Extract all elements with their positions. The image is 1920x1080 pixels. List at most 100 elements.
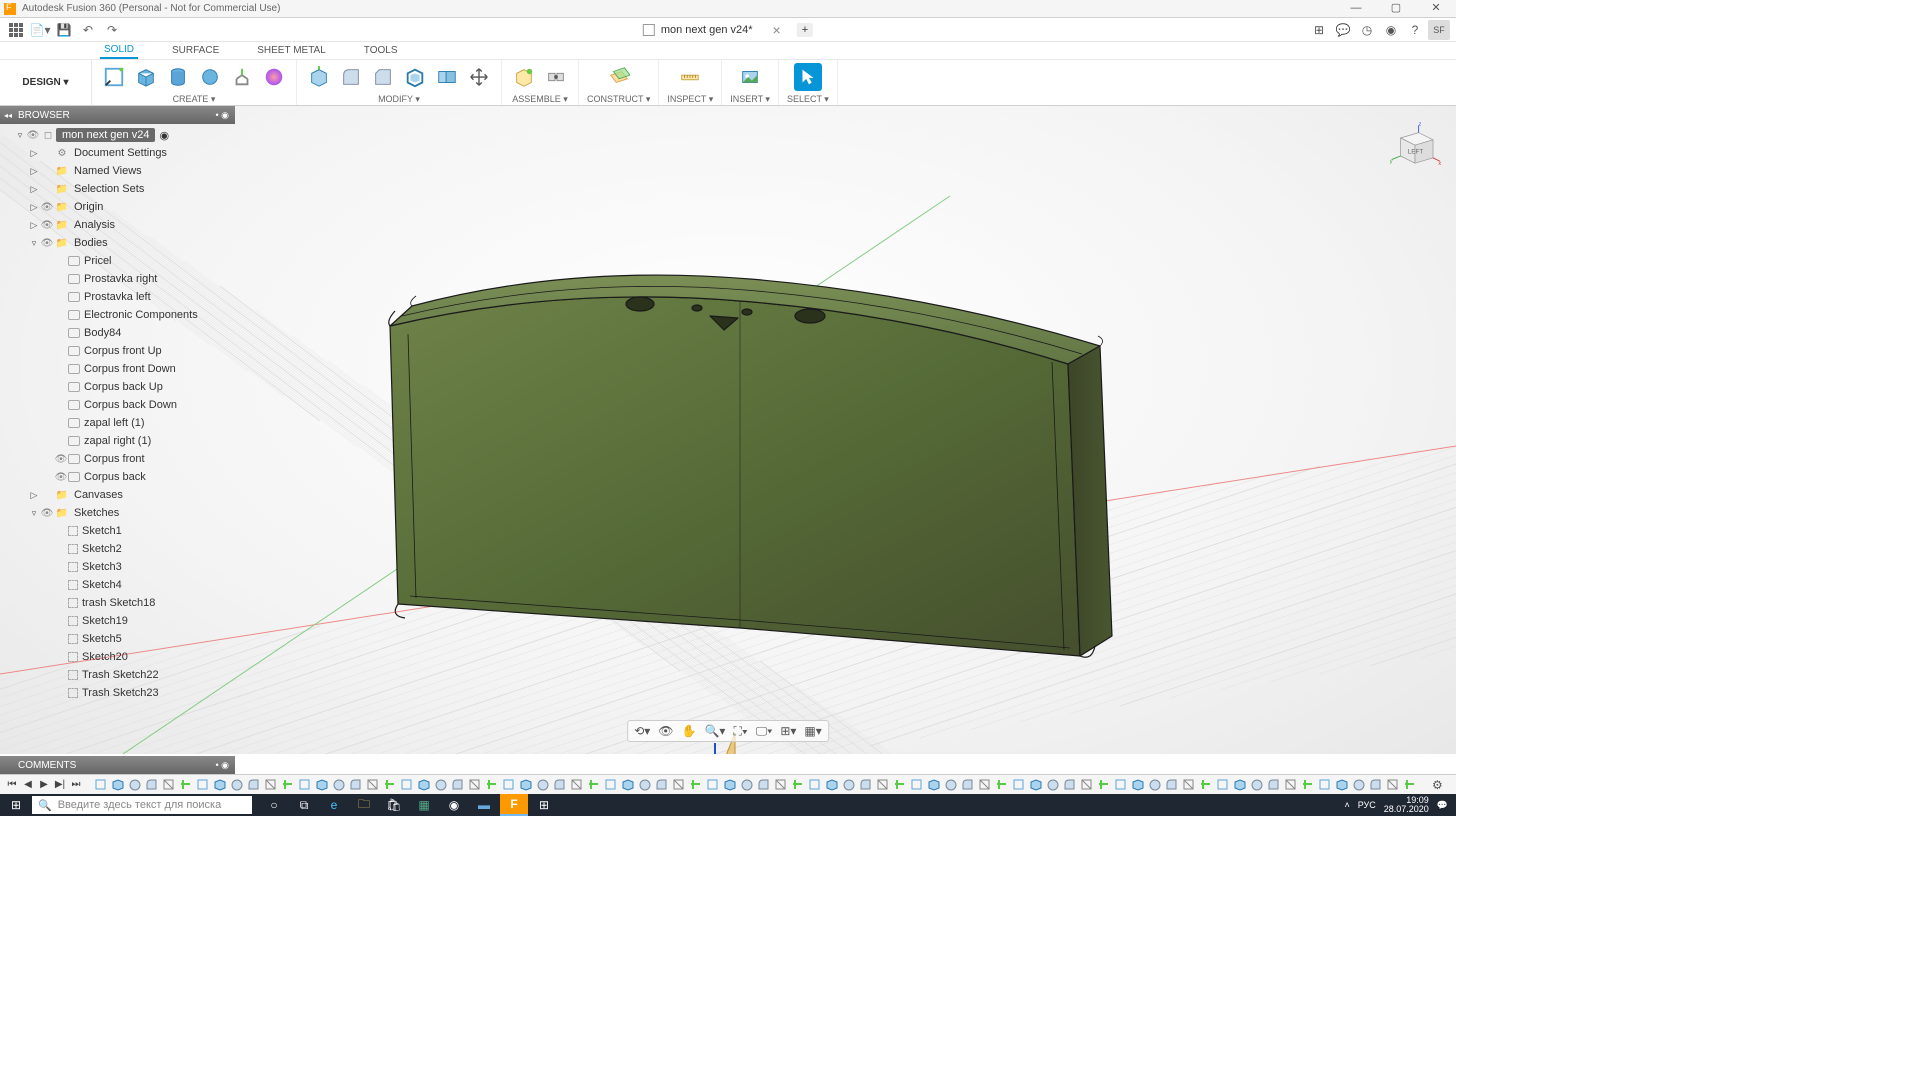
component-icon[interactable] (510, 63, 538, 91)
timeline-feature[interactable] (517, 778, 533, 792)
group-modify-label[interactable]: MODIFY ▾ (378, 94, 420, 105)
chrome-icon[interactable]: ◉ (440, 794, 468, 816)
timeline-feature[interactable] (1231, 778, 1247, 792)
group-insert-label[interactable]: INSERT ▾ (730, 94, 770, 105)
timeline-feature[interactable] (755, 778, 771, 792)
revolve-icon[interactable] (260, 63, 288, 91)
timeline-feature[interactable] (806, 778, 822, 792)
browser-item[interactable]: ▷📁Canvases (0, 486, 235, 504)
browser-item[interactable]: 👁Corpus front (0, 450, 235, 468)
fit-icon[interactable]: ⛶▾ (733, 724, 747, 739)
timeline-start-icon[interactable]: ⏮ (4, 779, 20, 790)
grid-settings-icon[interactable]: ⊞▾ (780, 724, 796, 738)
search-input[interactable]: 🔍 Введите здесь текст для поиска (32, 796, 252, 814)
tab-close-icon[interactable]: × (773, 22, 781, 38)
browser-item[interactable]: trash Sketch18 (0, 594, 235, 612)
group-construct-label[interactable]: CONSTRUCT ▾ (587, 94, 650, 105)
timeline-feature[interactable] (1401, 778, 1417, 792)
browser-item[interactable]: zapal right (1) (0, 432, 235, 450)
redo-icon[interactable]: ↷ (100, 20, 124, 40)
browser-root[interactable]: ▿👁 ◻ mon next gen v24 ◉ (0, 126, 235, 144)
timeline-feature[interactable] (279, 778, 295, 792)
store-icon[interactable]: 🛍 (380, 794, 408, 816)
timeline-feature[interactable] (1095, 778, 1111, 792)
timeline-feature[interactable] (432, 778, 448, 792)
timeline-feature[interactable] (857, 778, 873, 792)
browser-item[interactable]: ▷⚙Document Settings (0, 144, 235, 162)
tab-sheetmetal[interactable]: SHEET METAL (253, 43, 330, 58)
timeline-feature[interactable] (721, 778, 737, 792)
viewcube[interactable]: LEFT z y x (1388, 120, 1442, 174)
workspace-switcher[interactable]: DESIGN ▾ (0, 60, 92, 105)
help-icon[interactable]: ? (1404, 20, 1426, 40)
viewport-settings-icon[interactable]: ▦▾ (804, 724, 821, 738)
timeline-feature[interactable] (415, 778, 431, 792)
timeline-feature[interactable] (687, 778, 703, 792)
timeline-feature[interactable] (381, 778, 397, 792)
maximize-button[interactable]: ▢ (1376, 0, 1416, 18)
browser-header[interactable]: BROWSER (0, 106, 235, 124)
browser-item[interactable]: Pricel (0, 252, 235, 270)
timeline-feature[interactable] (551, 778, 567, 792)
timeline-feature[interactable] (585, 778, 601, 792)
timeline-feature[interactable] (1384, 778, 1400, 792)
sphere-icon[interactable] (196, 63, 224, 91)
timeline-feature[interactable] (1061, 778, 1077, 792)
browser-item[interactable]: Sketch19 (0, 612, 235, 630)
timeline-prev-icon[interactable]: ◀ (20, 779, 36, 790)
select-icon[interactable] (794, 63, 822, 91)
timeline-feature[interactable] (1129, 778, 1145, 792)
group-inspect-label[interactable]: INSPECT ▾ (667, 94, 713, 105)
browser-item[interactable]: Sketch4 (0, 576, 235, 594)
timeline-feature[interactable] (1027, 778, 1043, 792)
extensions-icon[interactable]: ⊞ (1308, 20, 1330, 40)
insert-icon[interactable] (736, 63, 764, 91)
close-button[interactable]: ✕ (1416, 0, 1456, 18)
timeline-feature[interactable] (364, 778, 380, 792)
browser-item[interactable]: Corpus front Down (0, 360, 235, 378)
display-icon[interactable]: 🖵▾ (756, 724, 773, 739)
timeline-feature[interactable] (1044, 778, 1060, 792)
timeline-feature[interactable] (1299, 778, 1315, 792)
timeline-feature[interactable] (1112, 778, 1128, 792)
timeline-feature[interactable] (891, 778, 907, 792)
timeline-feature[interactable] (1248, 778, 1264, 792)
timeline-feature[interactable] (942, 778, 958, 792)
browser-item[interactable]: ▷👁📁Analysis (0, 216, 235, 234)
fusion-taskbar-icon[interactable]: F (500, 794, 528, 816)
timeline-feature[interactable] (1163, 778, 1179, 792)
minimize-button[interactable]: — (1336, 0, 1376, 18)
combine-icon[interactable] (433, 63, 461, 91)
comments-header[interactable]: COMMENTS (0, 756, 235, 774)
timeline-feature[interactable] (959, 778, 975, 792)
extrude-icon[interactable] (228, 63, 256, 91)
fillet-icon[interactable] (337, 63, 365, 91)
timeline-feature[interactable] (602, 778, 618, 792)
browser-item[interactable]: ▷📁Named Views (0, 162, 235, 180)
app2-icon[interactable]: ▬ (470, 794, 498, 816)
timeline-feature[interactable] (738, 778, 754, 792)
browser-item[interactable]: ▿👁📁Bodies (0, 234, 235, 252)
timeline-feature[interactable] (109, 778, 125, 792)
timeline-feature[interactable] (993, 778, 1009, 792)
timeline-feature[interactable] (126, 778, 142, 792)
timeline-feature[interactable] (1180, 778, 1196, 792)
browser-item[interactable]: Prostavka left (0, 288, 235, 306)
timeline-feature[interactable] (296, 778, 312, 792)
browser-item[interactable]: Electronic Components (0, 306, 235, 324)
app1-icon[interactable]: ▦ (410, 794, 438, 816)
tray-chevron-icon[interactable]: ˄ (1344, 800, 1349, 810)
browser-item[interactable]: Sketch1 (0, 522, 235, 540)
tray-notification-icon[interactable]: 💬 (1437, 800, 1448, 811)
timeline-feature[interactable] (772, 778, 788, 792)
browser-item[interactable]: Sketch20 (0, 648, 235, 666)
timeline-play-icon[interactable]: ▶ (36, 779, 52, 790)
explorer-icon[interactable]: 🗀 (350, 794, 378, 816)
save-icon[interactable]: 💾 (52, 20, 76, 40)
browser-item[interactable]: zapal left (1) (0, 414, 235, 432)
timeline-feature[interactable] (1350, 778, 1366, 792)
document-tab[interactable]: mon next gen v24* × + (643, 22, 813, 38)
timeline-feature[interactable] (976, 778, 992, 792)
browser-item[interactable]: Sketch2 (0, 540, 235, 558)
browser-item[interactable]: ▷📁Selection Sets (0, 180, 235, 198)
